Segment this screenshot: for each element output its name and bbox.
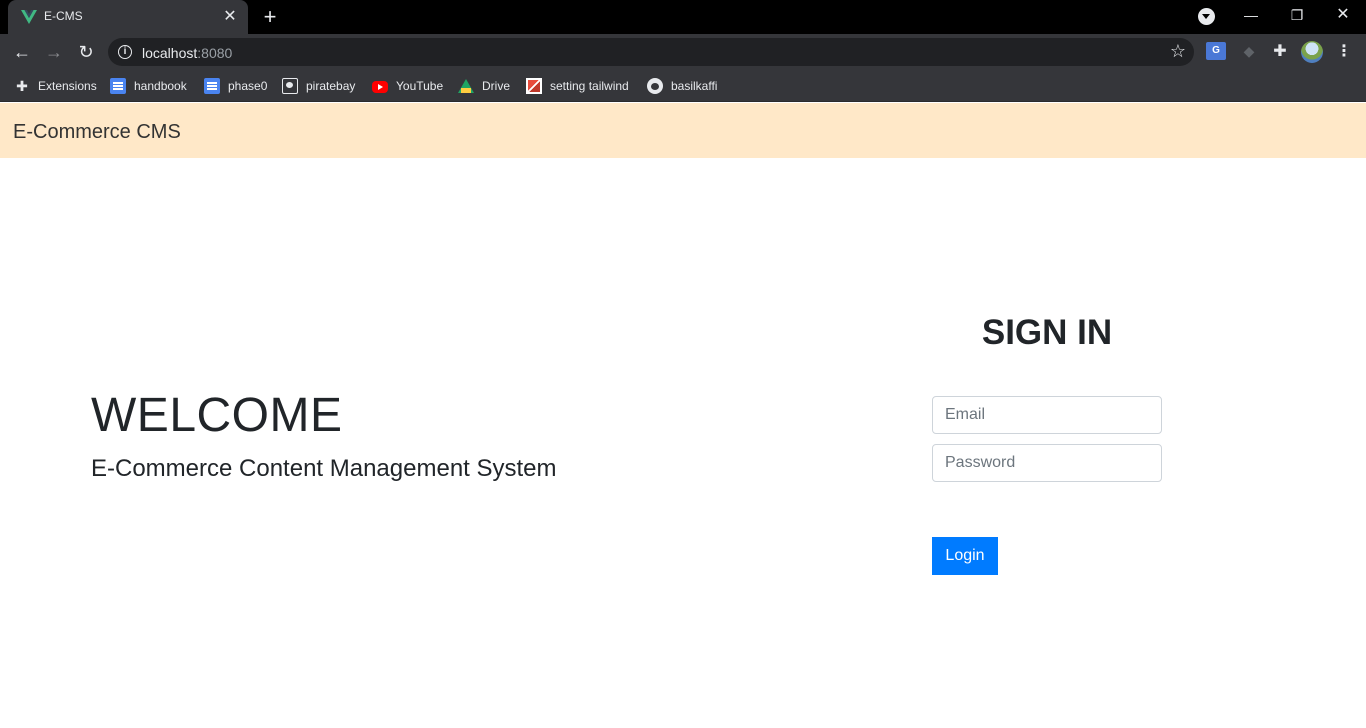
bookmark-star-icon[interactable]: ☆: [1170, 41, 1186, 62]
site-info-icon[interactable]: i: [118, 45, 132, 59]
tab-title: E-CMS: [44, 9, 83, 23]
welcome-subtitle: E-Commerce Content Management System: [91, 455, 557, 482]
s-icon: [526, 78, 542, 94]
forward-arrow-icon[interactable]: →: [40, 38, 68, 66]
tab-close-icon[interactable]: ✕: [220, 7, 240, 27]
bookmark-youtube[interactable]: YouTube: [372, 77, 443, 95]
bookmark-phase0[interactable]: phase0: [204, 77, 267, 95]
translate-extension-icon[interactable]: G: [1206, 42, 1226, 60]
new-tab-button[interactable]: +: [258, 5, 282, 29]
youtube-icon: [372, 81, 388, 93]
email-field[interactable]: [932, 396, 1162, 434]
bookmark-label: handbook: [134, 79, 187, 93]
url-port: :8080: [197, 45, 233, 61]
window-close-button[interactable]: ✕: [1320, 0, 1366, 30]
login-button[interactable]: Login: [932, 537, 998, 575]
bookmark-extensions[interactable]: ✚ Extensions: [14, 77, 97, 95]
browser-menu-icon[interactable]: ⋮: [1336, 40, 1352, 64]
tab-search-icon[interactable]: [1198, 8, 1215, 25]
app-navbar: E-Commerce CMS: [0, 103, 1366, 158]
bookmark-handbook[interactable]: handbook: [110, 77, 187, 95]
bookmark-label: phase0: [228, 79, 268, 93]
bookmark-piratebay[interactable]: piratebay: [282, 77, 355, 95]
doc-icon: [204, 78, 220, 94]
bookmark-label: setting tailwind: [550, 79, 629, 93]
signin-heading: SIGN IN: [981, 313, 1113, 352]
navbar-brand[interactable]: E-Commerce CMS: [13, 121, 181, 144]
piratebay-icon: [282, 78, 298, 94]
browser-tab[interactable]: E-CMS ✕: [8, 0, 248, 34]
restore-button[interactable]: ❐: [1274, 0, 1320, 30]
url-host: localhost: [142, 45, 198, 61]
profile-avatar[interactable]: [1301, 41, 1323, 63]
bookmark-label: YouTube: [396, 79, 444, 93]
bookmark-basilkaffi[interactable]: basilkaffi: [647, 77, 717, 95]
bookmarks-bar: ✚ Extensions handbook phase0 piratebay Y…: [0, 70, 1366, 102]
bookmark-setting-tailwind[interactable]: setting tailwind: [526, 77, 629, 95]
vue-logo-icon: [21, 10, 37, 24]
back-arrow-icon[interactable]: ←: [8, 38, 36, 66]
bookmark-label: Drive: [482, 79, 511, 93]
bookmark-label: Extensions: [38, 79, 97, 93]
welcome-heading: WELCOME: [91, 389, 343, 442]
tab-strip: E-CMS ✕ + — ❐ ✕: [0, 0, 1366, 34]
browser-toolbar: ← → ↻ i localhost:8080 ☆: [0, 34, 1366, 70]
bookmark-label: piratebay: [306, 79, 356, 93]
address-bar[interactable]: i localhost:8080 ☆: [108, 38, 1194, 66]
extension-icon[interactable]: ◆: [1240, 43, 1258, 59]
reload-icon[interactable]: ↻: [72, 38, 100, 66]
url-text[interactable]: localhost:8080: [142, 45, 232, 61]
github-icon: [647, 78, 663, 94]
password-field[interactable]: [932, 444, 1162, 482]
bookmark-drive[interactable]: Drive: [458, 77, 510, 95]
drive-icon: [458, 79, 474, 93]
minimize-button[interactable]: —: [1228, 0, 1274, 30]
puzzle-icon: ✚: [16, 78, 28, 94]
extensions-puzzle-icon[interactable]: ✚: [1270, 41, 1290, 61]
bookmark-label: basilkaffi: [671, 79, 718, 93]
doc-icon: [110, 78, 126, 94]
